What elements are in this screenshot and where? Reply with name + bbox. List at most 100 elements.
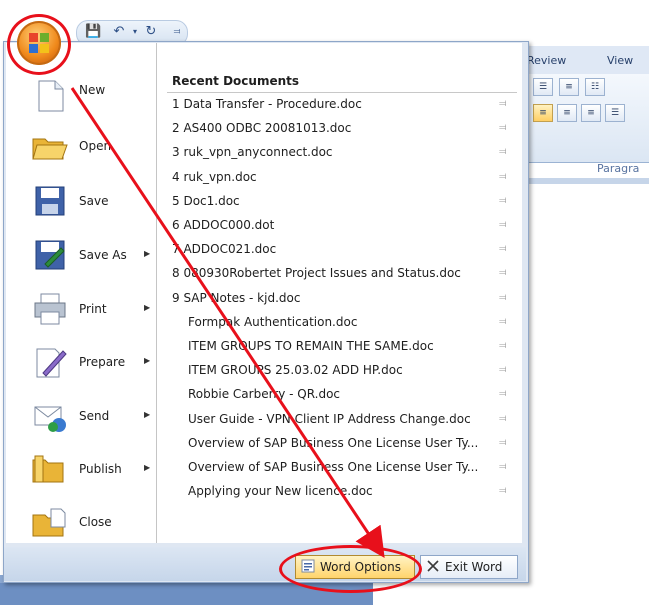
bullets-icon[interactable]: ☰ — [533, 78, 553, 96]
pin-icon[interactable]: ⫤ — [499, 214, 507, 236]
printer-icon — [34, 293, 66, 325]
recent-document-name: User Guide - VPN Client IP Address Chang… — [188, 411, 471, 426]
recent-document-item[interactable]: ITEM GROUPS TO REMAIN THE SAME.doc ⫤ — [188, 335, 528, 357]
exit-word-button[interactable]: Exit Word — [420, 555, 518, 579]
recent-document-name: Robbie Carberry - QR.doc — [188, 387, 341, 402]
recent-document-name: Overview of SAP Business One License Use… — [188, 435, 479, 450]
pin-icon[interactable]: ⫤ — [499, 359, 507, 381]
save-icon — [35, 186, 65, 216]
pin-icon[interactable]: ⫤ — [499, 166, 507, 188]
menu-item-label: New — [79, 83, 106, 97]
menu-item-label: Save — [79, 194, 109, 208]
recent-document-name: Overview of SAP Business One License Use… — [188, 460, 479, 474]
pin-icon[interactable]: ⫤ — [499, 190, 507, 212]
save-as-icon — [35, 240, 65, 270]
menu-item-label: Close — [79, 515, 112, 529]
recent-document-item[interactable]: 7 ADDOC021.doc ⫤ — [172, 238, 512, 260]
recent-document-name: 9 SAP Notes - kjd.doc — [172, 290, 301, 305]
pin-icon[interactable]: ⫤ — [499, 383, 507, 405]
recent-documents-title: Recent Documents — [172, 74, 300, 88]
recent-document-item[interactable]: Overview of SAP Business One License Use… — [188, 432, 528, 454]
pin-icon[interactable]: ⫤ — [499, 311, 507, 333]
menu-item-new[interactable]: New — [6, 71, 156, 121]
undo-dropdown-icon[interactable]: ▾ — [127, 24, 143, 40]
undo-icon[interactable]: ↶ — [111, 24, 127, 40]
recent-document-name: 4 ruk_vpn.doc — [172, 169, 257, 184]
recent-document-name: Applying your New licence.doc — [188, 484, 373, 499]
pin-icon[interactable]: ⫤ — [499, 141, 507, 163]
recent-document-item[interactable]: ITEM GROUPS 25.03.02 ADD HP.doc ⫤ — [188, 359, 528, 381]
recent-document-item[interactable]: 9 SAP Notes - kjd.doc ⫤ — [172, 287, 512, 309]
recent-document-item[interactable]: 1 Data Transfer - Procedure.doc ⫤ — [172, 93, 512, 115]
paragraph-group: ☰ ≡ ☷ ≡ ≡ ≡ ☰ — [519, 74, 649, 162]
recent-document-item[interactable]: 8 080930Robertet Project Issues and Stat… — [172, 262, 512, 284]
recent-document-name: Formpak Authentication.doc — [188, 314, 358, 329]
recent-document-item[interactable]: Formpak Authentication.doc ⫤ — [188, 311, 528, 333]
recent-document-item[interactable]: 5 Doc1.doc ⫤ — [172, 190, 512, 212]
submenu-arrow-icon: ▶ — [144, 356, 151, 365]
justify-icon[interactable]: ☰ — [605, 104, 625, 122]
menu-item-label: Print — [79, 302, 107, 316]
new-document-icon — [38, 80, 64, 112]
pin-icon[interactable]: ⫤ — [499, 335, 507, 357]
pin-icon[interactable]: ⫤ — [499, 480, 507, 502]
menu-item-close[interactable]: Close — [6, 497, 156, 547]
multilevel-list-icon[interactable]: ☷ — [585, 78, 605, 96]
menu-item-label: Prepare — [79, 355, 126, 369]
submenu-arrow-icon: ▶ — [144, 463, 151, 472]
recent-document-item[interactable]: Robbie Carberry - QR.doc ⫤ — [188, 383, 528, 405]
ribbon-tab-row: Review View — [519, 46, 649, 75]
recent-document-item[interactable]: 6 ADDOC000.dot ⫤ — [172, 214, 512, 236]
menu-item-label: Publish — [79, 462, 122, 476]
pin-icon[interactable]: ⫤ — [499, 93, 507, 115]
menu-item-save[interactable]: Save — [6, 176, 156, 226]
menu-item-save-as[interactable]: Save As ▶ — [6, 230, 156, 280]
close-icon — [427, 560, 439, 572]
align-left-icon[interactable]: ≡ — [533, 104, 553, 122]
tab-view[interactable]: View — [607, 54, 633, 67]
recent-document-item[interactable]: Overview of SAP Business One License Use… — [188, 456, 528, 478]
pin-icon[interactable]: ⫤ — [499, 432, 507, 454]
recent-document-name: 6 ADDOC000.dot — [172, 218, 275, 232]
save-icon[interactable]: 💾 — [85, 24, 101, 40]
recent-document-item[interactable]: 4 ruk_vpn.doc ⫤ — [172, 166, 512, 188]
highlight-circle-word-options — [279, 545, 422, 593]
close-folder-icon — [32, 508, 66, 537]
pin-icon[interactable]: ⫤ — [499, 238, 507, 260]
document-canvas[interactable] — [519, 184, 649, 605]
send-icon — [34, 406, 66, 432]
pin-icon[interactable]: ⫤ — [499, 456, 507, 478]
menu-item-label: Save As — [79, 248, 127, 262]
redo-icon[interactable]: ↻ — [143, 24, 159, 40]
recent-document-item[interactable]: Applying your New licence.doc ⫤ — [188, 480, 528, 502]
recent-document-item[interactable]: User Guide - VPN Client IP Address Chang… — [188, 408, 528, 430]
pin-icon[interactable]: ⫤ — [499, 408, 507, 430]
menu-item-open[interactable]: Open — [6, 121, 156, 171]
submenu-arrow-icon: ▶ — [144, 303, 151, 312]
recent-document-item[interactable]: 3 ruk_vpn_anyconnect.doc ⫤ — [172, 141, 512, 163]
pin-icon[interactable]: ⫤ — [499, 262, 507, 284]
recent-document-name: 2 AS400 ODBC 20081013.doc — [172, 121, 352, 136]
pin-icon[interactable]: ⫤ — [499, 117, 507, 139]
recent-document-name: 8 080930Robertet Project Issues and Stat… — [172, 266, 461, 281]
align-right-icon[interactable]: ≡ — [581, 104, 601, 122]
recent-document-name: 1 Data Transfer - Procedure.doc — [172, 97, 362, 111]
customize-toolbar-icon[interactable]: ⫤ — [169, 24, 185, 40]
menu-item-label: Send — [79, 409, 110, 423]
menu-item-publish[interactable]: Publish ▶ — [6, 444, 156, 494]
align-center-icon[interactable]: ≡ — [557, 104, 577, 122]
menu-item-print[interactable]: Print ▶ — [6, 284, 156, 334]
recent-document-item[interactable]: 2 AS400 ODBC 20081013.doc ⫤ — [172, 117, 512, 139]
publish-icon — [32, 455, 64, 483]
tab-review[interactable]: Review — [527, 54, 566, 67]
submenu-arrow-icon: ▶ — [144, 249, 151, 258]
pin-icon[interactable]: ⫤ — [499, 287, 507, 309]
recent-document-name: 7 ADDOC021.doc — [172, 242, 277, 257]
menu-item-prepare[interactable]: Prepare ▶ — [6, 337, 156, 387]
submenu-arrow-icon: ▶ — [144, 410, 151, 419]
highlight-circle-office-button — [7, 14, 71, 75]
menu-item-send[interactable]: Send ▶ — [6, 391, 156, 441]
recent-document-name: ITEM GROUPS TO REMAIN THE SAME.doc — [188, 339, 434, 353]
paragraph-group-label: Paragra — [597, 162, 640, 175]
numbering-icon[interactable]: ≡ — [559, 78, 579, 96]
